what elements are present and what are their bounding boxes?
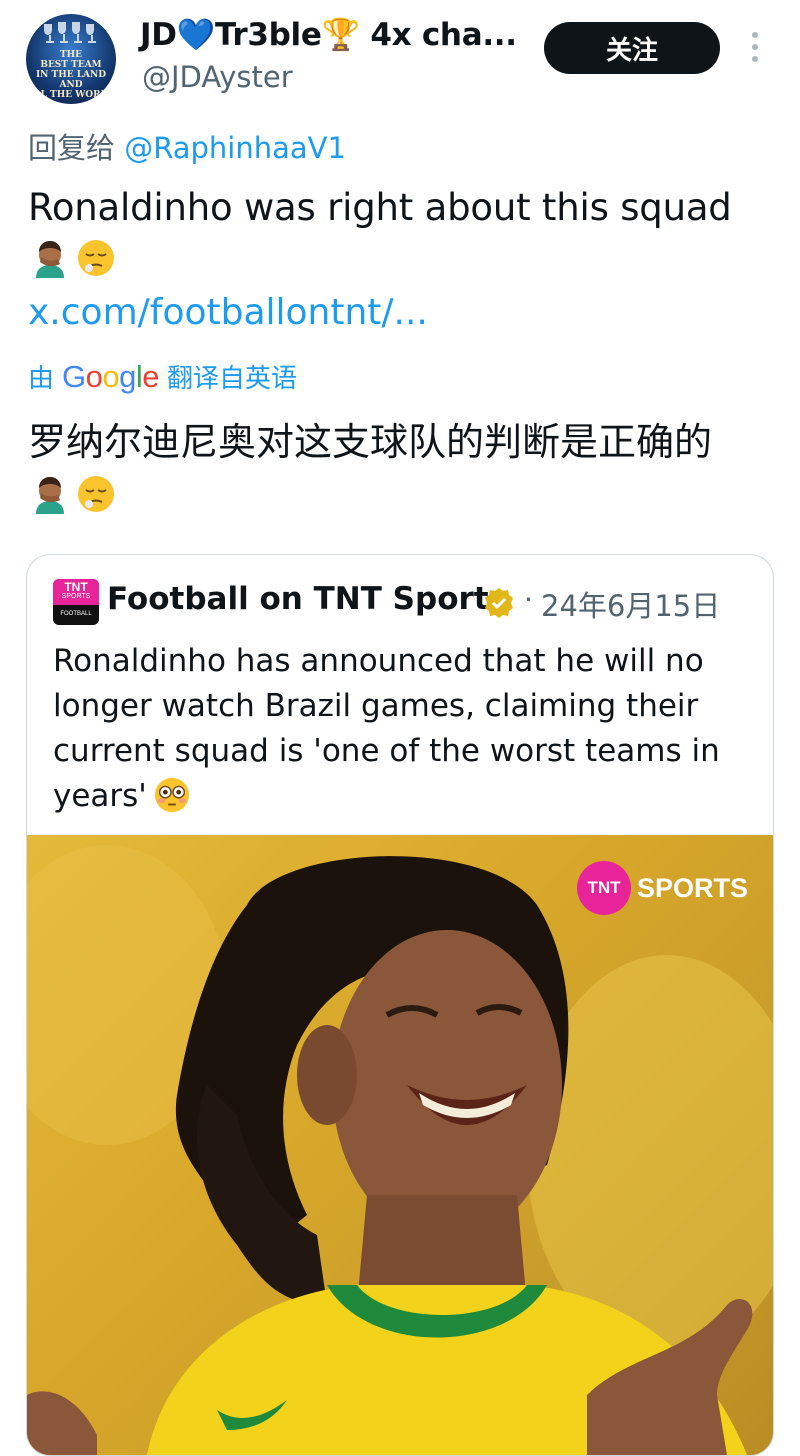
translate-prefix: 由 xyxy=(28,364,55,394)
quoted-text: Ronaldinho has announced that he will no… xyxy=(53,639,743,819)
reply-context: 回复给 @RaphinhaaV1 xyxy=(28,125,346,167)
quoted-date[interactable]: 24年6月15日 xyxy=(541,583,720,625)
tnt-watermark-word: SPORTS xyxy=(637,872,749,903)
logo-text-football: FOOTBALL xyxy=(60,611,92,617)
reply-prefix: 回复给 xyxy=(28,131,116,165)
more-options-icon[interactable] xyxy=(748,32,762,66)
quoted-author-name[interactable]: Football on TNT Sports xyxy=(107,581,507,617)
trophies-icon xyxy=(44,22,96,43)
translated-text: 罗纳尔迪尼奥对这支球队的判断是正确的 xyxy=(28,420,713,464)
ronaldinho-photo xyxy=(27,845,773,1455)
translated-emojis xyxy=(30,474,150,518)
tweet-emojis xyxy=(30,238,150,282)
quoted-media-image[interactable]: TNT SPORTS xyxy=(27,835,773,1455)
man-facepalming-icon xyxy=(36,241,64,278)
tnt-watermark-badge: TNT xyxy=(577,861,631,915)
man-facepalming-icon xyxy=(36,477,64,514)
relieved-sleepy-face-icon xyxy=(78,240,114,276)
tweet-header: THE BEST TEAM IN THE LAND AND ALL THE WO… xyxy=(0,0,800,110)
google-logo: Google xyxy=(62,358,160,394)
follow-button[interactable]: 关注 xyxy=(544,22,720,74)
quoted-author-avatar[interactable]: TNT SPORTS FOOTBALL xyxy=(53,579,99,625)
display-name[interactable]: JD💙Tr3ble🏆 4x cha... xyxy=(140,16,517,53)
logo-text-tnt: TNT xyxy=(64,580,88,594)
avatar[interactable]: THE BEST TEAM IN THE LAND AND ALL THE WO… xyxy=(26,14,116,104)
reply-mention-link[interactable]: @RaphinhaaV1 xyxy=(124,131,346,165)
quoted-tweet-card[interactable]: TNT SPORTS FOOTBALL Football on TNT Spor… xyxy=(26,554,774,1456)
relieved-sleepy-face-icon xyxy=(78,476,114,512)
tweet-text: Ronaldinho was right about this squad xyxy=(28,186,732,229)
verified-badge-icon xyxy=(485,588,513,618)
tweet-link[interactable]: x.com/footballontnt/... xyxy=(28,292,428,333)
translate-suffix: 翻译自英语 xyxy=(167,364,298,394)
tnt-sports-watermark: TNT SPORTS xyxy=(577,861,748,915)
flushed-face-icon xyxy=(154,777,189,813)
avatar-text: THE BEST TEAM IN THE LAND AND ALL THE WO… xyxy=(27,50,115,100)
logo-text-sports: SPORTS xyxy=(61,593,91,600)
separator-dot: · xyxy=(524,583,533,616)
translation-attribution[interactable]: 由 Google 翻译自英语 xyxy=(28,358,297,395)
user-handle[interactable]: @JDAyster xyxy=(142,60,293,94)
